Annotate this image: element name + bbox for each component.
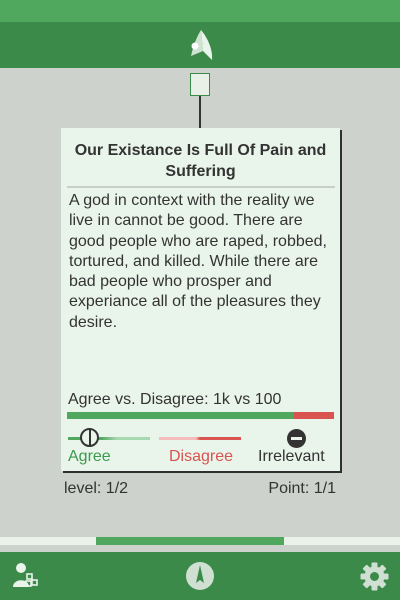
level-indicator: level: 1/2 xyxy=(64,480,129,497)
profile-icon[interactable] xyxy=(12,562,38,588)
point-indicator: Point: 1/1 xyxy=(268,480,336,497)
card-title: Our Existance Is Full Of Pain and Suffer… xyxy=(74,142,327,180)
node-connector-box[interactable] xyxy=(190,73,210,96)
irrelevant-button[interactable]: Irrelevant xyxy=(258,448,325,466)
card-body-text: A god in context with the reality we liv… xyxy=(69,192,327,331)
disagree-button[interactable]: Disagree xyxy=(169,448,233,466)
tally-text: Agree vs. Disagree: 1k vs 100 xyxy=(68,391,282,408)
agree-slider-knob[interactable] xyxy=(80,428,99,447)
irrelevant-icon[interactable] xyxy=(287,429,306,448)
status-strip xyxy=(0,0,400,22)
disagree-slider-track[interactable] xyxy=(159,437,241,440)
node-connector-line xyxy=(199,96,201,129)
argument-card: Our Existance Is Full Of Pain and Suffer… xyxy=(61,128,340,471)
agree-button[interactable]: Agree xyxy=(68,448,111,466)
settings-icon[interactable] xyxy=(360,562,389,591)
rocket-logo-icon xyxy=(191,30,213,60)
progress-track xyxy=(0,537,400,545)
tally-bar xyxy=(67,412,334,419)
progress-fill xyxy=(96,537,284,545)
title-divider xyxy=(67,186,335,188)
compass-icon[interactable] xyxy=(185,561,215,591)
tally-agree-fill xyxy=(67,412,294,419)
